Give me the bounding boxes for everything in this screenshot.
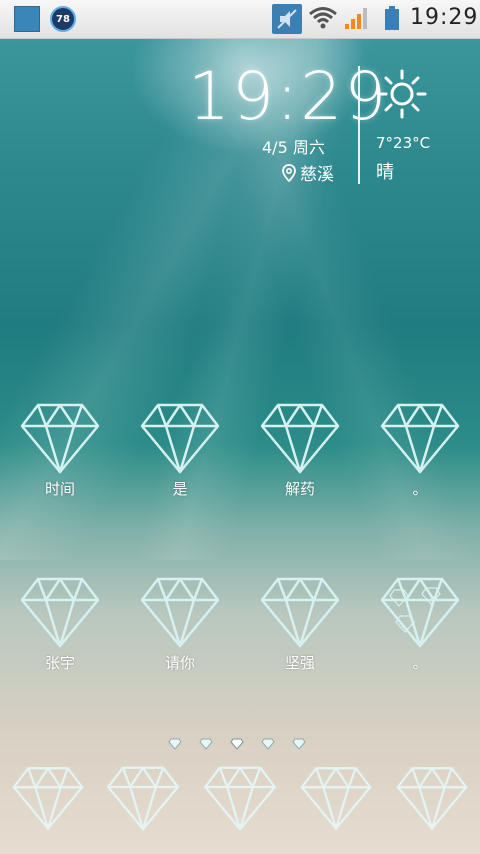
widget-divider xyxy=(358,66,360,184)
battery-icon xyxy=(385,6,399,30)
dock-diamond-icon[interactable] xyxy=(300,765,372,831)
dock-diamond-icon[interactable] xyxy=(203,765,277,831)
page-indicator[interactable] xyxy=(168,738,306,750)
diamond-folder-icon xyxy=(380,577,460,648)
status-bar: 78 19:29 xyxy=(0,0,480,39)
app-shortcut-7[interactable]: 坚强 xyxy=(250,576,350,673)
app-label: 时间 xyxy=(44,480,75,498)
widget-date: 4/5 周六 xyxy=(262,138,325,157)
diamond-icon xyxy=(20,403,100,474)
signal-icon xyxy=(344,6,370,30)
widget-condition: 晴 xyxy=(376,162,394,183)
diamond-icon xyxy=(140,403,220,474)
app-label: 坚强 xyxy=(284,654,315,672)
wifi-icon xyxy=(308,5,338,31)
page-dot-icon xyxy=(261,738,275,750)
page-dot-icon xyxy=(199,738,213,750)
sun-icon[interactable] xyxy=(376,68,428,120)
page-dot-icon xyxy=(292,738,306,750)
dock-diamond-icon[interactable] xyxy=(12,765,84,831)
app-shortcut-4[interactable]: 。 xyxy=(370,402,470,499)
dock-diamond-icon[interactable] xyxy=(396,765,468,831)
badge-count: 78 xyxy=(56,13,70,25)
count-badge-icon[interactable]: 78 xyxy=(50,6,76,32)
page-dot-icon xyxy=(230,738,244,750)
mute-icon xyxy=(272,4,302,34)
app-label: 。 xyxy=(412,480,428,498)
diamond-icon xyxy=(260,403,340,474)
app-folder[interactable]: 。 xyxy=(370,576,470,673)
app-label: 是 xyxy=(172,480,188,498)
widget-temperature: 7°23°C xyxy=(376,134,431,152)
app-shortcut-3[interactable]: 解药 xyxy=(250,402,350,499)
app-shortcut-6[interactable]: 请你 xyxy=(130,576,230,673)
status-time: 19:29 xyxy=(410,5,479,30)
app-shortcut-2[interactable]: 是 xyxy=(130,402,230,499)
diamond-icon xyxy=(380,403,460,474)
page-dot-icon xyxy=(168,738,182,750)
dock xyxy=(0,765,480,835)
location-label: 慈溪 xyxy=(300,165,334,185)
app-shortcut-1[interactable]: 时间 xyxy=(10,402,110,499)
diamond-icon xyxy=(260,577,340,648)
app-label: 张宇 xyxy=(44,654,75,672)
dock-diamond-icon[interactable] xyxy=(106,765,180,831)
app-shortcut-5[interactable]: 张宇 xyxy=(10,576,110,673)
app-label: 解药 xyxy=(284,480,315,498)
widget-location: 慈溪 xyxy=(282,160,334,185)
notification-app-icon[interactable] xyxy=(14,6,40,32)
diamond-icon xyxy=(140,577,220,648)
location-pin-icon xyxy=(282,163,296,182)
app-label: 。 xyxy=(412,654,428,672)
app-label: 请你 xyxy=(164,654,195,672)
diamond-icon xyxy=(20,577,100,648)
